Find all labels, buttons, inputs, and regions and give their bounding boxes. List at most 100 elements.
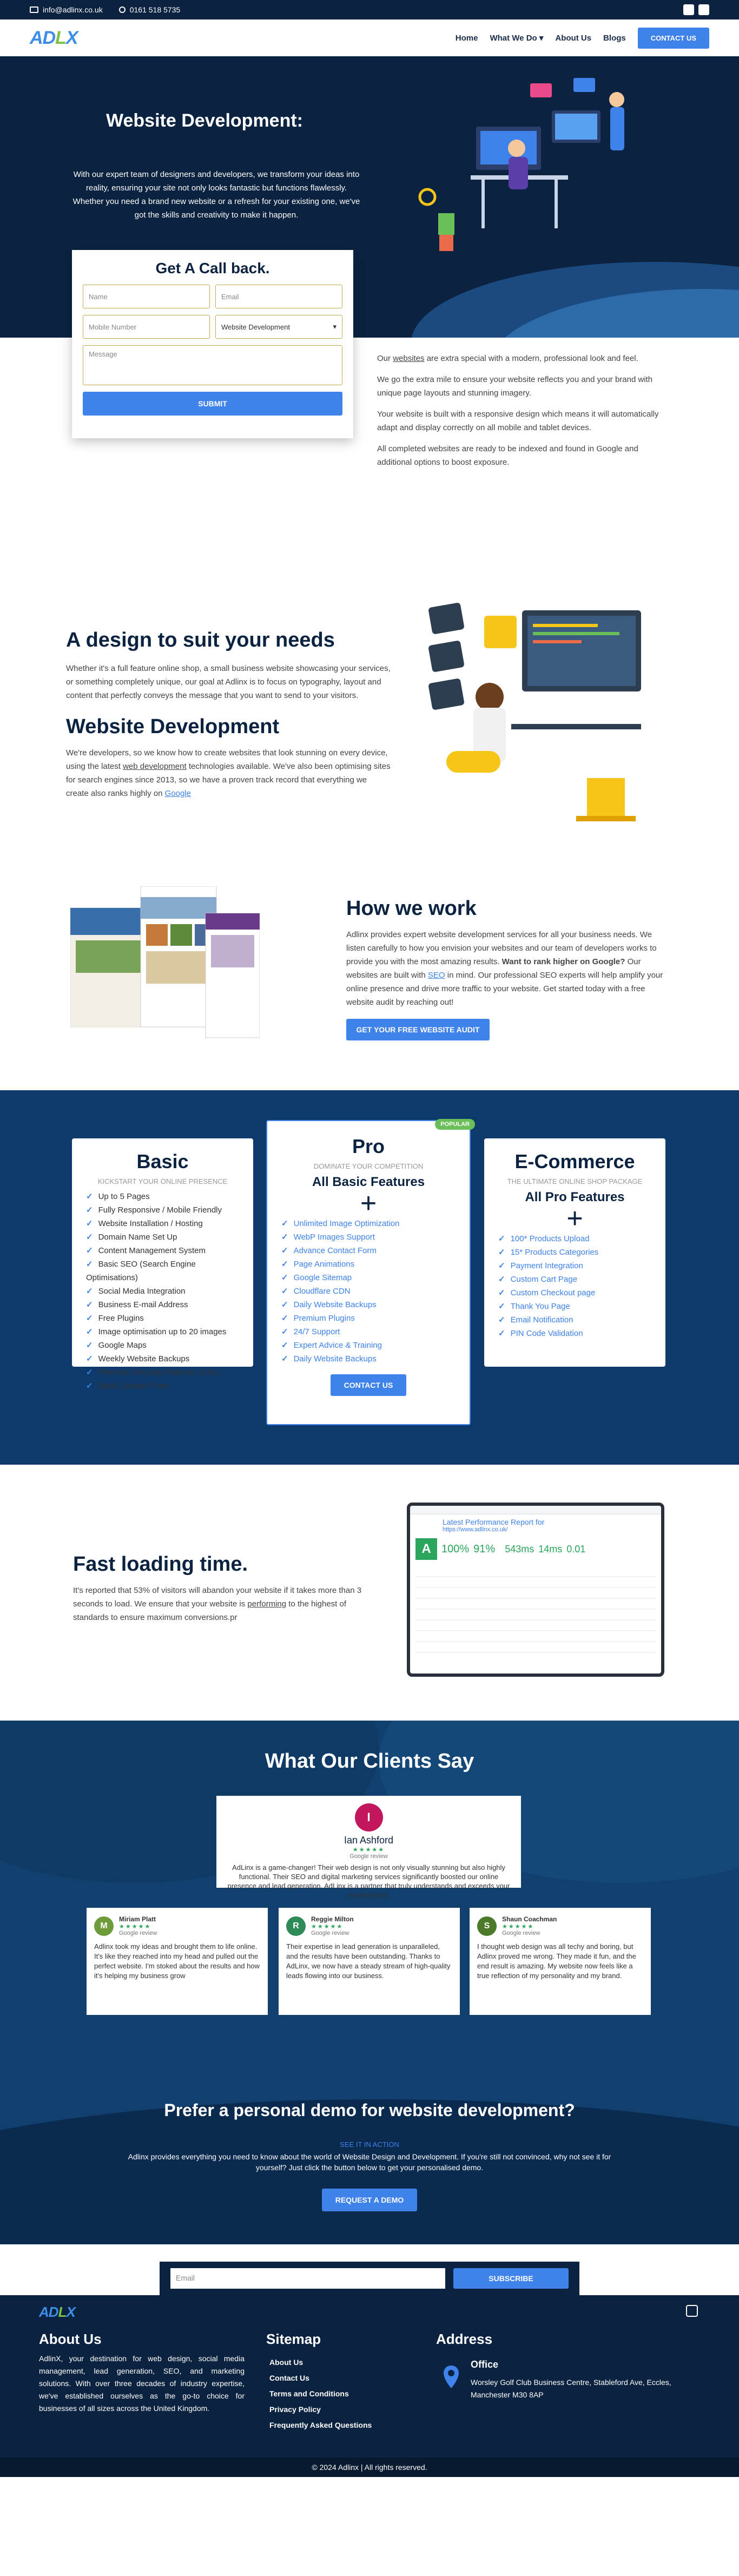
- review-source: Google review: [311, 1930, 349, 1936]
- report-perf: 100%: [441, 1543, 470, 1555]
- pro-plan-sub: DOMINATE YOUR COMPETITION: [313, 1162, 424, 1170]
- performance-report-image: Latest Performance Report for https://ww…: [407, 1503, 664, 1677]
- pro-plan-title: Pro: [352, 1135, 385, 1157]
- service-select[interactable]: Website Development ▾: [215, 315, 342, 339]
- report-struct: 91%: [473, 1543, 496, 1555]
- feature-item: Cloudflare CDN: [281, 1284, 456, 1298]
- callback-form: Get A Call back. Name Email Mobile Numbe…: [72, 250, 353, 438]
- feature-item: Content Management System: [86, 1244, 239, 1257]
- google-link[interactable]: Google: [165, 789, 191, 798]
- fast-loading-section: Fast loading time. It's reported that 53…: [73, 1553, 376, 1624]
- review-text: AdLinx is a game-changer! Their web desi…: [227, 1863, 510, 1899]
- newsletter-email-input[interactable]: Email: [170, 2268, 445, 2289]
- pro-contact-button[interactable]: CONTACT US: [331, 1374, 406, 1396]
- see-it-in-action-link[interactable]: SEE IT IN ACTION: [0, 2140, 739, 2149]
- footer-logo[interactable]: ADLX: [39, 2304, 76, 2321]
- mobile-field[interactable]: Mobile Number: [83, 315, 210, 339]
- review-source: Google review: [349, 1853, 388, 1860]
- footer-link-about[interactable]: About Us: [269, 2355, 372, 2370]
- pro-plan-card: POPULAR Pro DOMINATE YOUR COMPETITION Al…: [266, 1119, 475, 1425]
- feature-item: Google Sitemap: [281, 1271, 456, 1284]
- intro-p2: We go the extra mile to ensure your webs…: [377, 375, 653, 398]
- footer-link-terms[interactable]: Terms and Conditions: [269, 2386, 372, 2402]
- topbar-phone[interactable]: 0161 518 5735: [118, 5, 180, 14]
- report-table: [415, 1566, 656, 1653]
- avatar: S: [477, 1916, 497, 1936]
- star-rating-icon: ★★★★★: [502, 1923, 535, 1930]
- basic-features: Up to 5 Pages Fully Responsive / Mobile …: [86, 1190, 239, 1393]
- feature-item: Business E-mail Address: [86, 1298, 239, 1312]
- email-link[interactable]: info@adlinx.co.uk: [43, 5, 103, 14]
- social-links: [683, 4, 709, 15]
- intro-p1-start: Our: [377, 354, 393, 363]
- webdev-text: We're developers, so we know how to crea…: [66, 746, 391, 800]
- nav-blogs[interactable]: Blogs: [603, 34, 626, 43]
- main-header: ADLX Home What We Do ▾ About Us Blogs CO…: [0, 19, 739, 56]
- ecommerce-plan-card: E-Commerce THE ULTIMATE ONLINE SHOP PACK…: [484, 1138, 665, 1367]
- newsletter-box: Email SUBSCRIBE: [160, 2262, 579, 2295]
- topbar-email[interactable]: info@adlinx.co.uk: [30, 5, 103, 14]
- basic-plan-sub: KICKSTART YOUR ONLINE PRESENCE: [97, 1177, 228, 1185]
- feature-item: Free Plugins: [86, 1312, 239, 1325]
- intro-p1-end: are extra special with a modern, profess…: [424, 354, 638, 363]
- footer-about-title: About Us: [39, 2331, 102, 2347]
- form-title: Get A Call back.: [155, 260, 270, 276]
- how-we-work-section: How we work Adlinx provides expert websi…: [346, 897, 665, 1040]
- nav-what-we-do[interactable]: What We Do ▾: [490, 33, 543, 43]
- seo-link[interactable]: SEO: [428, 971, 445, 980]
- phone-link[interactable]: 0161 518 5735: [130, 5, 180, 14]
- coder-illustration: [428, 603, 641, 821]
- plus-icon: +: [360, 1188, 377, 1219]
- feature-item: Basic Contact Form: [86, 1379, 239, 1393]
- feature-item: Thank You Page: [498, 1300, 651, 1313]
- star-rating-icon: ★★★★★: [352, 1847, 385, 1853]
- how-text: Adlinx provides expert website developme…: [346, 928, 665, 1009]
- star-rating-icon: ★★★★★: [119, 1923, 151, 1930]
- plus-icon: +: [566, 1203, 583, 1234]
- contact-us-button[interactable]: CONTACT US: [637, 27, 709, 49]
- review-source: Google review: [119, 1930, 157, 1936]
- report-grade: A: [415, 1538, 437, 1560]
- footer-link-privacy[interactable]: Privacy Policy: [269, 2402, 372, 2417]
- nav-home[interactable]: Home: [456, 34, 478, 43]
- message-field[interactable]: Message: [83, 345, 342, 385]
- logo[interactable]: ADLX: [30, 28, 78, 49]
- feature-item: 100* Products Upload: [498, 1232, 651, 1246]
- email-field[interactable]: Email: [215, 285, 342, 308]
- developer-illustration: [418, 78, 624, 251]
- feature-item: Premium Security Features (SSL): [86, 1366, 239, 1379]
- instagram-icon[interactable]: [698, 4, 709, 15]
- ecom-plan-title: E-Commerce: [514, 1150, 635, 1172]
- free-audit-button[interactable]: GET YOUR FREE WEBSITE AUDIT: [346, 1019, 490, 1040]
- web-development-link[interactable]: web development: [123, 762, 187, 771]
- footer-link-contact[interactable]: Contact Us: [269, 2370, 372, 2386]
- demo-title: Prefer a personal demo for website devel…: [164, 2100, 575, 2120]
- demo-text: Adlinx provides everything you need to k…: [128, 2152, 611, 2172]
- name-field[interactable]: Name: [83, 285, 210, 308]
- feature-item: Expert Advice & Training: [281, 1339, 456, 1352]
- instagram-icon[interactable]: [686, 2305, 698, 2317]
- report-cls: 0.01: [566, 1543, 586, 1554]
- nav-about-us[interactable]: About Us: [555, 34, 591, 43]
- reviewer-name: Miriam Platt: [119, 1915, 156, 1923]
- footer-link-faq[interactable]: Frequently Asked Questions: [269, 2417, 372, 2433]
- hero-title: Website Development:: [106, 110, 303, 131]
- feature-item: 15* Products Categories: [498, 1246, 651, 1259]
- copyright-bar: © 2024 Adlinx | All rights reserved.: [0, 2458, 739, 2477]
- design-text: Whether it's a full feature online shop,…: [66, 664, 391, 700]
- request-demo-button[interactable]: REQUEST A DEMO: [322, 2189, 417, 2211]
- submit-button[interactable]: SUBMIT: [83, 392, 342, 416]
- footer-sitemap-links: About Us Contact Us Terms and Conditions…: [269, 2355, 372, 2433]
- fast-title: Fast loading time.: [73, 1553, 248, 1576]
- feature-item: Page Animations: [281, 1257, 456, 1271]
- websites-link[interactable]: websites: [393, 354, 424, 363]
- fast-text: It's reported that 53% of visitors will …: [73, 1584, 376, 1624]
- facebook-icon[interactable]: [683, 4, 694, 15]
- testimonial-card: M Miriam Platt ★★★★★ Google review Adlinx t…: [87, 1908, 268, 2015]
- subscribe-button[interactable]: SUBSCRIBE: [453, 2268, 569, 2289]
- report-lcp: 543ms: [505, 1543, 535, 1554]
- phone-icon: [118, 6, 126, 13]
- avatar: R: [286, 1916, 306, 1936]
- performing-link[interactable]: performing: [247, 1599, 286, 1609]
- popular-badge: POPULAR: [435, 1119, 475, 1130]
